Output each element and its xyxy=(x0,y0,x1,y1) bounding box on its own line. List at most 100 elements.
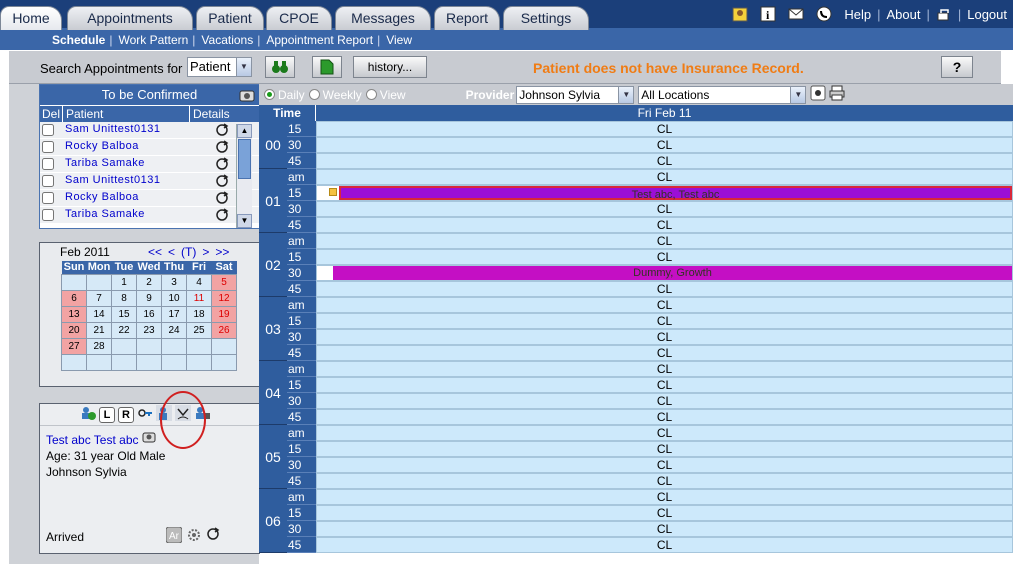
mode-view[interactable]: View xyxy=(365,88,406,102)
about-link[interactable]: About xyxy=(886,7,920,22)
appointment-block[interactable]: Dummy, Growth xyxy=(333,266,1012,280)
subnav-schedule[interactable]: Schedule xyxy=(52,33,105,47)
prev-month-link[interactable]: < xyxy=(168,245,175,259)
appointment-slot[interactable]: Test abc, Test abc xyxy=(316,185,1013,201)
calendar-day[interactable]: 23 xyxy=(136,321,162,339)
subnav-vacations[interactable]: Vacations xyxy=(201,33,253,47)
calendar-day[interactable]: 3 xyxy=(161,273,187,291)
refresh-icon[interactable] xyxy=(215,191,229,208)
calendar-day[interactable]: 12 xyxy=(211,289,237,307)
provider-select[interactable]: Johnson Sylvia ▼ xyxy=(516,85,635,104)
time-slot-cell[interactable]: CL xyxy=(316,425,1013,441)
refresh-view-icon[interactable] xyxy=(810,85,826,104)
refresh-icon[interactable] xyxy=(215,174,229,191)
calendar-day[interactable]: 28 xyxy=(86,337,112,355)
tab-messages[interactable]: Messages xyxy=(335,6,431,30)
delete-checkbox[interactable] xyxy=(42,175,54,187)
calendar-day[interactable]: 7 xyxy=(86,289,112,307)
appointment-slot[interactable]: Dummy, Growth xyxy=(316,265,1013,281)
time-slot-cell[interactable]: CL xyxy=(316,281,1013,297)
subnav-view[interactable]: View xyxy=(386,33,412,47)
user-switch-icon[interactable] xyxy=(732,6,748,22)
time-slot-cell[interactable]: CL xyxy=(316,457,1013,473)
patient-link[interactable]: Tariba Samake xyxy=(65,208,145,220)
time-slot-cell[interactable]: CL xyxy=(316,489,1013,505)
time-slot-cell[interactable]: CL xyxy=(316,473,1013,489)
lock-icon[interactable] xyxy=(936,6,952,22)
calendar-day[interactable]: 25 xyxy=(186,321,212,339)
info-icon[interactable]: i xyxy=(760,6,776,22)
calendar-day[interactable]: 27 xyxy=(61,337,87,355)
scroll-thumb[interactable] xyxy=(238,139,251,179)
mail-icon[interactable] xyxy=(788,6,804,22)
help-button[interactable]: ? xyxy=(941,56,973,78)
appointment-block[interactable]: Test abc, Test abc xyxy=(339,186,1012,201)
time-slot-cell[interactable]: CL xyxy=(316,249,1013,265)
refresh-icon[interactable] xyxy=(215,208,229,225)
today-link[interactable]: (T) xyxy=(181,245,196,259)
letter-r-button[interactable]: R xyxy=(118,406,134,423)
letter-l-button[interactable]: L xyxy=(99,406,115,423)
time-slot-cell[interactable]: CL xyxy=(316,361,1013,377)
time-slot-cell[interactable]: CL xyxy=(316,201,1013,217)
subnav-work-pattern[interactable]: Work Pattern xyxy=(118,33,188,47)
refresh-icon[interactable] xyxy=(215,140,229,157)
tab-settings[interactable]: Settings xyxy=(503,6,589,30)
calendar-day[interactable]: 15 xyxy=(111,305,137,323)
time-slot-cell[interactable]: CL xyxy=(316,297,1013,313)
time-slot-cell[interactable]: CL xyxy=(316,121,1013,137)
next-year-link[interactable]: >> xyxy=(215,245,229,259)
location-select[interactable]: All Locations ▼ xyxy=(638,85,807,104)
calendar-day[interactable]: 22 xyxy=(111,321,137,339)
calendar-day[interactable]: 20 xyxy=(61,321,87,339)
time-slot-cell[interactable]: CL xyxy=(316,233,1013,249)
calendar-day[interactable]: 10 xyxy=(161,289,187,307)
patient-link[interactable]: Sam Unittest0131 xyxy=(65,123,160,135)
calendar-day[interactable]: 8 xyxy=(111,289,137,307)
calendar-day[interactable]: 9 xyxy=(136,289,162,307)
time-slot-cell[interactable]: CL xyxy=(316,345,1013,361)
tab-appointments[interactable]: Appointments xyxy=(67,6,193,30)
refresh-icon[interactable] xyxy=(215,157,229,174)
calendar-day[interactable]: 1 xyxy=(111,273,137,291)
calendar-day[interactable]: 26 xyxy=(211,321,237,339)
scroll-up-icon[interactable]: ▲ xyxy=(237,124,252,138)
tab-report[interactable]: Report xyxy=(434,6,500,30)
time-slot-cell[interactable]: CL xyxy=(316,137,1013,153)
calendar-day[interactable]: 6 xyxy=(61,289,87,307)
time-slot-cell[interactable]: CL xyxy=(316,329,1013,345)
arrived-icon[interactable]: Ar xyxy=(165,526,183,546)
delete-checkbox[interactable] xyxy=(42,209,54,221)
time-slot-cell[interactable]: CL xyxy=(316,505,1013,521)
time-slot-cell[interactable]: CL xyxy=(316,169,1013,185)
calendar-day[interactable]: 14 xyxy=(86,305,112,323)
time-slot-cell[interactable]: CL xyxy=(316,537,1013,553)
patient-link[interactable]: Rocky Balboa xyxy=(65,191,139,203)
delete-checkbox[interactable] xyxy=(42,158,54,170)
calendar-day[interactable]: 21 xyxy=(86,321,112,339)
calendar-day[interactable]: 17 xyxy=(161,305,187,323)
print-icon[interactable] xyxy=(829,85,845,104)
calendar-day[interactable]: 11 xyxy=(186,289,212,307)
calendar-day[interactable]: 5 xyxy=(211,273,237,291)
find-button[interactable] xyxy=(265,56,295,78)
time-slot-cell[interactable]: CL xyxy=(316,153,1013,169)
delete-checkbox[interactable] xyxy=(42,124,54,136)
calendar-day[interactable]: 2 xyxy=(136,273,162,291)
phone-icon[interactable] xyxy=(239,87,255,109)
patient-link[interactable]: Rocky Balboa xyxy=(65,140,139,152)
history-button[interactable]: history... xyxy=(353,56,427,78)
refresh-icon[interactable] xyxy=(215,123,229,140)
search-type-select[interactable]: Patient ▼ xyxy=(187,57,252,77)
calendar-day[interactable]: 13 xyxy=(61,305,87,323)
calendar-day[interactable]: 4 xyxy=(186,273,212,291)
list-scrollbar[interactable]: ▲ ▼ xyxy=(236,124,252,228)
patient-link[interactable]: Sam Unittest0131 xyxy=(65,174,160,186)
help-link[interactable]: Help xyxy=(844,7,871,22)
time-slot-cell[interactable]: CL xyxy=(316,313,1013,329)
logout-link[interactable]: Logout xyxy=(967,7,1007,22)
time-slot-cell[interactable]: CL xyxy=(316,377,1013,393)
delete-checkbox[interactable] xyxy=(42,192,54,204)
patient-name-link[interactable]: Test abc Test abc xyxy=(46,433,139,447)
phone-icon[interactable] xyxy=(142,432,156,447)
